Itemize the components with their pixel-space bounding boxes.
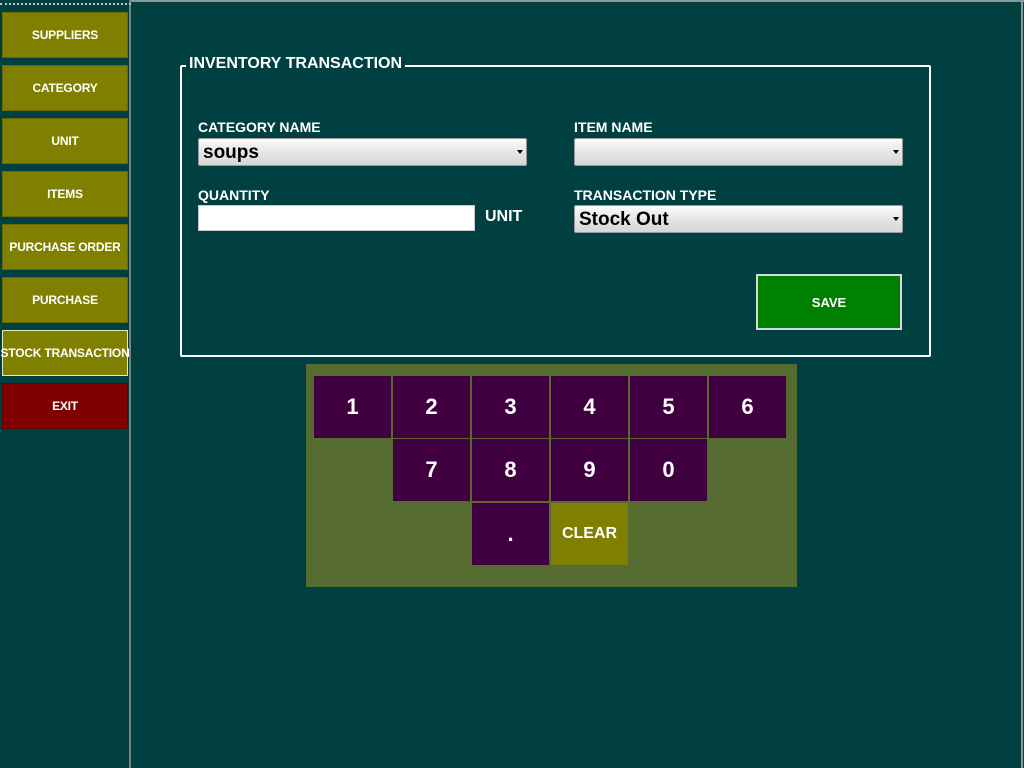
exit-button[interactable]: EXIT — [2, 383, 128, 429]
sidebar-item-stock-transaction[interactable]: STOCK TRANSACTION — [0, 330, 130, 376]
sidebar-item-purchase-order[interactable]: PURCHASE ORDER — [2, 224, 128, 270]
transaction-type-value: Stock Out — [579, 209, 669, 230]
sidebar-item-suppliers[interactable]: SUPPLIERS — [2, 12, 128, 58]
sidebar-item-unit[interactable]: UNIT — [2, 118, 128, 164]
chevron-down-icon — [517, 150, 523, 154]
key-5[interactable]: 5 — [630, 376, 707, 438]
main-frame-right-border — [1021, 0, 1023, 768]
save-button[interactable]: SAVE — [756, 274, 902, 330]
main-frame-top-border — [131, 0, 1024, 2]
chevron-down-icon — [893, 217, 899, 221]
groupbox-title: INVENTORY TRANSACTION — [186, 55, 406, 73]
quantity-input[interactable] — [198, 205, 475, 231]
clear-button[interactable]: CLEAR — [551, 503, 628, 565]
key-decimal-point[interactable]: . — [472, 503, 549, 565]
category-name-select[interactable]: soups — [198, 138, 527, 166]
chevron-down-icon — [893, 150, 899, 154]
sidebar-item-purchase[interactable]: PURCHASE — [2, 277, 128, 323]
transaction-type-label: TRANSACTION TYPE — [574, 187, 717, 203]
key-8[interactable]: 8 — [472, 439, 549, 501]
key-4[interactable]: 4 — [551, 376, 628, 438]
key-1[interactable]: 1 — [314, 376, 391, 438]
key-9[interactable]: 9 — [551, 439, 628, 501]
sidebar: SUPPLIERS CATEGORY UNIT ITEMS PURCHASE O… — [0, 0, 131, 768]
key-6[interactable]: 6 — [709, 376, 786, 438]
app-window: SUPPLIERS CATEGORY UNIT ITEMS PURCHASE O… — [0, 0, 1024, 768]
category-name-value: soups — [203, 142, 259, 163]
sidebar-item-items[interactable]: ITEMS — [2, 171, 128, 217]
quantity-label: QUANTITY — [198, 187, 270, 203]
unit-label: UNIT — [485, 208, 523, 225]
transaction-type-select[interactable]: Stock Out — [574, 205, 903, 233]
item-name-select[interactable] — [574, 138, 903, 166]
numeric-keypad: 1 2 3 4 5 6 7 8 9 0 . CLEAR — [306, 364, 797, 587]
item-name-label: ITEM NAME — [574, 119, 653, 135]
category-name-label: CATEGORY NAME — [198, 119, 321, 135]
key-7[interactable]: 7 — [393, 439, 470, 501]
sidebar-top-divider — [0, 3, 131, 5]
key-3[interactable]: 3 — [472, 376, 549, 438]
sidebar-item-category[interactable]: CATEGORY — [2, 65, 128, 111]
key-2[interactable]: 2 — [393, 376, 470, 438]
key-0[interactable]: 0 — [630, 439, 707, 501]
